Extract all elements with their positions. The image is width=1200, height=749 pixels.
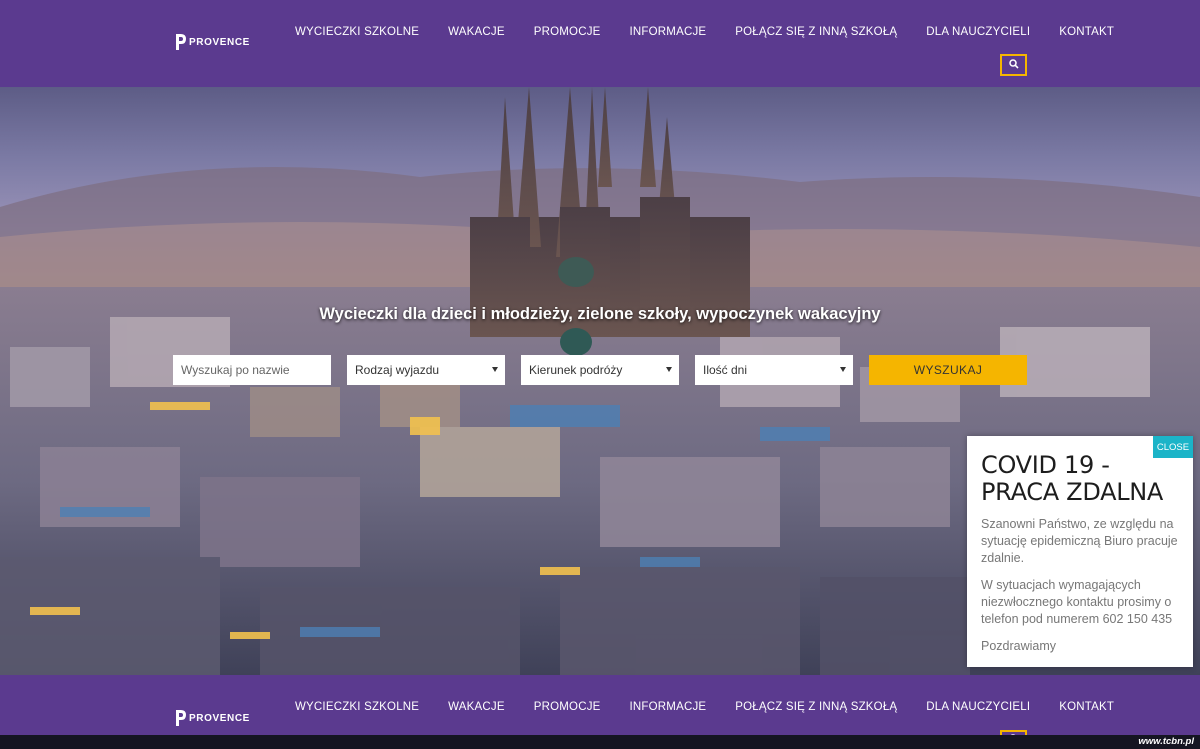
direction-value: Kierunek podróży	[529, 363, 623, 377]
logo-text: PROVENCE	[189, 712, 250, 724]
nav-dla-nauczycieli[interactable]: DLA NAUCZYCIELI	[926, 701, 1030, 713]
popup-title: COVID 19 - PRACA ZDALNA	[981, 451, 1164, 506]
nav-promocje[interactable]: PROMOCJE	[534, 701, 601, 713]
days-value: Ilość dni	[703, 363, 748, 377]
nav-informacje[interactable]: INFORMACJE	[630, 701, 707, 713]
nav-polacz-sie[interactable]: POŁĄCZ SIĘ Z INNĄ SZKOŁĄ	[735, 701, 897, 713]
days-select[interactable]: Ilość dni	[695, 355, 853, 385]
nav-polacz-sie[interactable]: POŁĄCZ SIĘ Z INNĄ SZKOŁĄ	[735, 26, 897, 38]
site-header: PROVENCE WYCIECZKI SZKOLNE WAKACJE PROMO…	[0, 0, 1200, 87]
sticky-nav: WYCIECZKI SZKOLNE WAKACJE PROMOCJE INFOR…	[295, 701, 1114, 713]
nav-wycieczki-szkolne[interactable]: WYCIECZKI SZKOLNE	[295, 26, 419, 38]
sticky-header: PROVENCE WYCIECZKI SZKOLNE WAKACJE PROMO…	[0, 675, 1200, 749]
nav-kontakt[interactable]: KONTAKT	[1059, 701, 1114, 713]
trip-type-select[interactable]: Rodzaj wyjazdu	[347, 355, 505, 385]
provence-logo[interactable]: PROVENCE	[176, 34, 250, 50]
provence-logo[interactable]: PROVENCE	[176, 710, 250, 726]
provence-logo-icon	[176, 34, 186, 50]
nav-promocje[interactable]: PROMOCJE	[534, 26, 601, 38]
chevron-down-icon	[840, 367, 846, 372]
nav-informacje[interactable]: INFORMACJE	[630, 26, 707, 38]
provence-logo-icon	[176, 710, 186, 726]
header-search-button[interactable]	[1000, 54, 1027, 76]
covid-popup: CLOSE COVID 19 - PRACA ZDALNA Szanowni P…	[967, 436, 1193, 667]
hero-title: Wycieczki dla dzieci i młodzieży, zielon…	[319, 305, 881, 323]
trip-type-value: Rodzaj wyjazdu	[355, 363, 440, 377]
chevron-down-icon	[492, 367, 498, 372]
nav-dla-nauczycieli[interactable]: DLA NAUCZYCIELI	[926, 26, 1030, 38]
nav-wakacje[interactable]: WAKACJE	[448, 701, 505, 713]
search-icon	[1008, 56, 1019, 74]
watermark: www.tcbn.pl	[1138, 736, 1194, 747]
main-nav: WYCIECZKI SZKOLNE WAKACJE PROMOCJE INFOR…	[295, 26, 1114, 38]
logo-text: PROVENCE	[189, 36, 250, 48]
search-submit-button[interactable]: WYSZUKAJ	[869, 355, 1027, 385]
footer-strip	[0, 735, 1200, 749]
nav-wakacje[interactable]: WAKACJE	[448, 26, 505, 38]
direction-select[interactable]: Kierunek podróży	[521, 355, 679, 385]
popup-paragraph-3: Pozdrawiamy	[981, 639, 1057, 653]
nav-wycieczki-szkolne[interactable]: WYCIECZKI SZKOLNE	[295, 701, 419, 713]
search-by-name-input[interactable]	[181, 363, 331, 377]
search-by-name-field[interactable]	[173, 355, 331, 385]
popup-paragraph-2: W sytuacjach wymagających niezwłocznego …	[981, 578, 1173, 626]
chevron-down-icon	[666, 367, 672, 372]
nav-kontakt[interactable]: KONTAKT	[1059, 26, 1114, 38]
popup-paragraph-1: Szanowni Państwo, ze względu na sytuację…	[981, 517, 1178, 565]
